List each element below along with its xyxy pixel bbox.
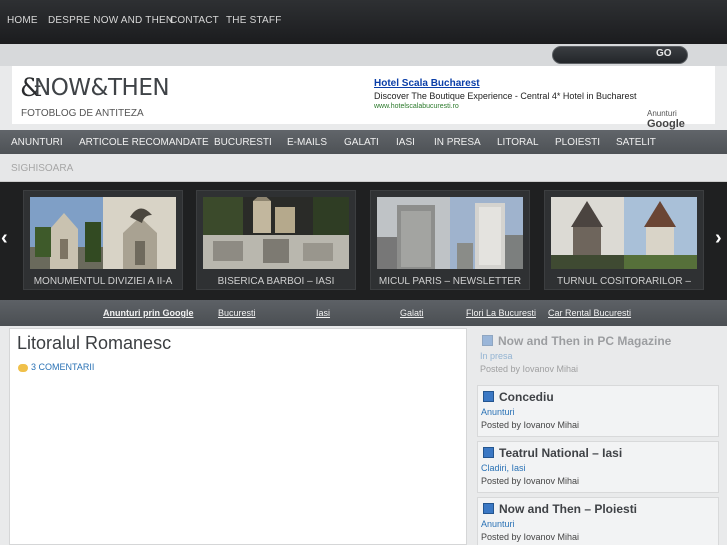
comment-icon: [18, 363, 28, 372]
ad-link-iasi[interactable]: Iasi: [316, 308, 330, 318]
gallery-next-arrow[interactable]: ›: [715, 227, 722, 250]
sidebar-post-title[interactable]: Now and Then – Ploiesti: [483, 502, 637, 516]
search-go-button[interactable]: GO: [656, 48, 672, 59]
cat-in-presa[interactable]: IN PRESA: [434, 137, 481, 148]
ad-title-link[interactable]: Hotel Scala Bucharest: [374, 78, 480, 89]
category-navigation: ANUNTURI ARTICOLE RECOMANDATE BUCURESTI …: [0, 130, 727, 154]
ads-by-google[interactable]: Anunturi Google: [647, 109, 715, 130]
ad-description: Discover The Boutique Experience - Centr…: [374, 91, 637, 101]
cat-iasi[interactable]: IASI: [396, 137, 415, 148]
slide-image: [203, 197, 349, 269]
post-title[interactable]: Litoralul Romanesc: [17, 333, 171, 354]
ad-url[interactable]: www.hotelscalabucuresti.ro: [374, 103, 459, 110]
post-icon: [483, 391, 494, 402]
sidebar-post[interactable]: Now and Then – Ploiesti Anunturi Posted …: [477, 497, 719, 545]
ad-link-bucuresti[interactable]: Bucuresti: [218, 308, 256, 318]
slide-caption: BISERICA BARBOI – IASI: [217, 276, 335, 287]
gallery-slide[interactable]: BISERICA BARBOI – IASI: [196, 190, 356, 290]
ad-link-car-rental[interactable]: Car Rental Bucuresti: [548, 308, 631, 318]
slide-image: [30, 197, 176, 269]
post-icon: [482, 335, 493, 346]
post-icon: [483, 447, 494, 458]
slide-caption: TURNUL COSITORARILOR –: [557, 276, 691, 287]
cat-articole[interactable]: ARTICOLE RECOMANDATE: [79, 137, 209, 148]
gallery-slide[interactable]: TURNUL COSITORARILOR –: [544, 190, 704, 290]
gallery-slide[interactable]: MICUL PARIS – NEWSLETTER: [370, 190, 530, 290]
post-card: Litoralul Romanesc 3 COMENTARII: [9, 328, 467, 545]
category-navigation-row2: SIGHISOARA: [0, 154, 727, 182]
slide-caption: MONUMENTUL DIVIZIEI A II-A: [33, 276, 173, 287]
slide-caption: MICUL PARIS – NEWSLETTER: [378, 276, 522, 287]
sidebar-post-category[interactable]: Anunturi: [481, 519, 515, 529]
ad-link-galati[interactable]: Galati: [400, 308, 424, 318]
post-icon: [483, 503, 494, 514]
cat-galati[interactable]: GALATI: [344, 137, 379, 148]
ad-link-flori[interactable]: Flori La Bucuresti: [466, 308, 536, 318]
site-logo[interactable]: NOW&THEN: [20, 75, 170, 101]
slide-image: [377, 197, 523, 269]
sidebar-post-category[interactable]: Anunturi: [481, 407, 515, 417]
nav-home[interactable]: HOME: [7, 15, 38, 26]
post-comments-link[interactable]: 3 COMENTARII: [18, 362, 94, 372]
slide-image: [551, 197, 697, 269]
cat-ploiesti[interactable]: PLOIESTI: [555, 137, 600, 148]
cat-satelit[interactable]: SATELIT: [616, 137, 656, 148]
sidebar-post-byline: Posted by Iovanov Mihai: [481, 420, 580, 430]
cat-emails[interactable]: E-MAILS: [287, 137, 327, 148]
gallery-prev-arrow[interactable]: ‹: [1, 227, 8, 250]
gallery-slide[interactable]: MONUMENTUL DIVIZIEI A II-A: [23, 190, 183, 290]
google-ad-links: Anunturi prin Google Bucuresti Iasi Gala…: [0, 300, 727, 326]
sidebar-post-category[interactable]: In presa: [480, 351, 513, 361]
sidebar-post-title[interactable]: Teatrul National – Iasi: [483, 446, 622, 460]
sidebar-post-byline: Posted by Iovanov Mihai: [480, 364, 579, 374]
sidebar-post[interactable]: Concediu Anunturi Posted by Iovanov Miha…: [477, 385, 719, 437]
nav-staff[interactable]: THE STAFF: [226, 15, 282, 26]
sidebar-post[interactable]: Now and Then in PC Magazine In presa Pos…: [477, 330, 719, 382]
top-navigation: HOME DESPRE NOW AND THEN CONTACT THE STA…: [0, 0, 727, 44]
cat-bucuresti[interactable]: BUCURESTI: [214, 137, 272, 148]
sidebar-post-byline: Posted by Iovanov Mihai: [481, 476, 580, 486]
featured-gallery: ‹ › MONUMENTUL DIVIZIEI A II-A BISERICA …: [0, 182, 727, 300]
sidebar-post-byline: Posted by Iovanov Mihai: [481, 532, 580, 542]
site-header: & NOW&THEN FOTOBLOG DE ANTITEZA Hotel Sc…: [12, 66, 715, 130]
nav-contact[interactable]: CONTACT: [170, 15, 219, 26]
sidebar-post-title[interactable]: Now and Then in PC Magazine: [482, 334, 671, 348]
cat-litoral[interactable]: LITORAL: [497, 137, 539, 148]
ad-link-anunturi[interactable]: Anunturi prin Google: [103, 308, 194, 318]
site-tagline: FOTOBLOG DE ANTITEZA: [21, 108, 144, 119]
cat-anunturi[interactable]: ANUNTURI: [11, 137, 63, 148]
cat-sighisoara[interactable]: SIGHISOARA: [11, 163, 73, 174]
nav-despre[interactable]: DESPRE NOW AND THEN: [48, 15, 173, 26]
sidebar-post-title[interactable]: Concediu: [483, 390, 554, 404]
sidebar-post[interactable]: Teatrul National – Iasi Cladiri, Iasi Po…: [477, 441, 719, 493]
sidebar-post-category[interactable]: Cladiri, Iasi: [481, 463, 526, 473]
